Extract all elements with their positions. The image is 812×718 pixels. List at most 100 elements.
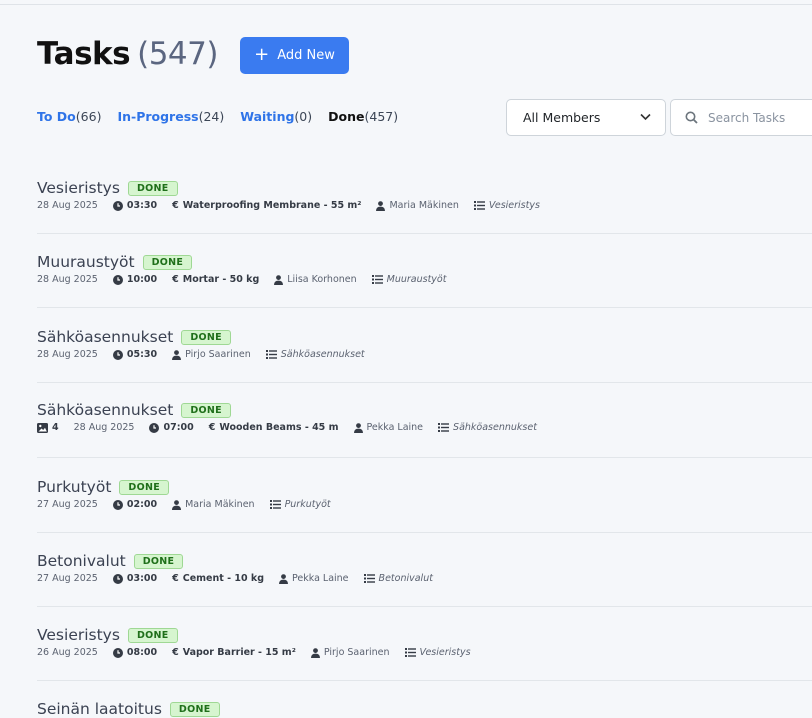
task-assignee-name: Pirjo Saarinen xyxy=(185,349,251,360)
euro-icon: € xyxy=(172,200,179,211)
page-title: Tasks (547) xyxy=(37,36,218,72)
task-item[interactable]: Vesieristys DONE 26 Aug 2025 08:00 € Vapo… xyxy=(37,626,812,658)
task-assignee[interactable]: Pekka Laine xyxy=(279,573,349,584)
task-category[interactable]: Sähköasennukset xyxy=(438,422,537,433)
divider xyxy=(37,382,812,383)
task-item[interactable]: Seinän laatoitus DONE xyxy=(37,700,812,718)
filter-in-progress[interactable]: In-Progress(24) xyxy=(117,109,224,124)
task-images[interactable]: 4 xyxy=(37,422,59,433)
task-assignee[interactable]: Pekka Laine xyxy=(353,422,424,433)
user-icon xyxy=(279,573,288,584)
task-item[interactable]: Sähköasennukset DONE 28 Aug 2025 05:30 P… xyxy=(37,328,812,360)
task-assignee[interactable]: Maria Mäkinen xyxy=(172,499,255,510)
task-material-value: Mortar - 50 kg xyxy=(182,274,260,285)
task-time-value: 08:00 xyxy=(126,647,158,658)
filter-label: To Do xyxy=(37,109,76,124)
list-icon xyxy=(371,275,383,284)
task-title[interactable]: Sähköasennukset xyxy=(37,328,173,346)
euro-icon: € xyxy=(208,422,216,433)
divider xyxy=(37,233,812,234)
task-title[interactable]: Muuraustyöt xyxy=(37,253,135,271)
task-date: 28 Aug 2025 xyxy=(73,422,135,433)
task-time: 07:00 xyxy=(149,422,194,433)
members-select-value: All Members xyxy=(523,110,601,125)
task-material-value: Waterproofing Membrane - 55 m² xyxy=(182,200,362,211)
image-icon xyxy=(37,422,48,433)
euro-icon: € xyxy=(172,274,179,285)
task-title[interactable]: Vesieristys xyxy=(37,179,120,197)
task-item[interactable]: Betonivalut DONE 27 Aug 2025 03:00 € Ceme… xyxy=(37,552,812,584)
plus-icon: + xyxy=(254,43,270,65)
task-title[interactable]: Purkutyöt xyxy=(37,478,111,496)
task-category-name: Vesieristys xyxy=(419,647,471,658)
user-icon xyxy=(172,349,182,360)
task-item[interactable]: Sähköasennukset DONE 4 28 Aug 2025 07:00… xyxy=(37,401,812,433)
search-input[interactable] xyxy=(708,110,812,125)
task-category[interactable]: Sähköasennukset xyxy=(265,349,365,360)
filter-count: (66) xyxy=(75,109,102,124)
filter-done[interactable]: Done(457) xyxy=(328,109,398,124)
task-meta: 27 Aug 2025 02:00 Maria Mäkinen Purkutyö… xyxy=(37,499,812,510)
task-category[interactable]: Muuraustyöt xyxy=(371,274,447,285)
status-badge: DONE xyxy=(133,553,184,569)
task-category[interactable]: Betonivalut xyxy=(363,573,433,584)
members-select[interactable]: All Members xyxy=(506,99,666,136)
task-material-value: Vapor Barrier - 15 m² xyxy=(182,647,296,658)
task-meta: 27 Aug 2025 03:00 € Cement - 10 kg Pekka … xyxy=(37,573,812,584)
user-icon xyxy=(353,422,363,433)
clock-icon xyxy=(112,200,123,211)
clock-icon xyxy=(112,647,123,658)
user-icon xyxy=(172,499,182,510)
task-assignee[interactable]: Liisa Korhonen xyxy=(274,274,357,285)
task-material: € Mortar - 50 kg xyxy=(172,274,259,285)
task-time-value: 03:30 xyxy=(126,200,158,211)
list-icon xyxy=(363,574,375,583)
task-assignee-name: Maria Mäkinen xyxy=(389,200,459,211)
page-title-text: Tasks xyxy=(37,36,131,72)
task-meta: 4 28 Aug 2025 07:00 € Wooden Beams - 45 m… xyxy=(37,422,812,433)
task-date: 28 Aug 2025 xyxy=(37,349,98,360)
list-icon xyxy=(265,350,277,359)
status-badge: DONE xyxy=(181,329,231,345)
task-material: € Wooden Beams - 45 m xyxy=(209,422,339,433)
clock-icon xyxy=(112,499,123,510)
search-icon xyxy=(685,111,698,124)
task-item[interactable]: Purkutyöt DONE 27 Aug 2025 02:00 Maria M… xyxy=(37,478,812,510)
task-time: 08:00 xyxy=(112,647,158,658)
task-time: 02:00 xyxy=(112,499,157,510)
task-category[interactable]: Purkutyöt xyxy=(269,499,331,510)
task-date: 28 Aug 2025 xyxy=(37,200,98,211)
status-badge: DONE xyxy=(142,254,193,270)
task-category-name: Muuraustyöt xyxy=(386,274,447,285)
task-item[interactable]: Vesieristys DONE 28 Aug 2025 03:30 € Wate… xyxy=(37,179,812,211)
task-category[interactable]: Vesieristys xyxy=(473,200,540,211)
task-assignee[interactable]: Pirjo Saarinen xyxy=(172,349,251,360)
filter-waiting[interactable]: Waiting(0) xyxy=(240,109,312,124)
task-assignee[interactable]: Pirjo Saarinen xyxy=(310,647,390,658)
task-title[interactable]: Sähköasennukset xyxy=(37,401,173,419)
list-icon xyxy=(438,423,450,432)
task-time-value: 03:00 xyxy=(126,573,158,584)
filter-todo[interactable]: To Do(66) xyxy=(37,109,101,124)
task-assignee[interactable]: Maria Mäkinen xyxy=(376,200,459,211)
task-item[interactable]: Muuraustyöt DONE 28 Aug 2025 10:00 € Mort… xyxy=(37,253,812,285)
task-title[interactable]: Betonivalut xyxy=(37,552,126,570)
task-category[interactable]: Vesieristys xyxy=(404,647,471,658)
task-time: 03:30 xyxy=(112,200,158,211)
list-icon xyxy=(404,648,416,657)
list-icon xyxy=(269,500,281,509)
task-assignee-name: Liisa Korhonen xyxy=(287,274,357,285)
add-new-button[interactable]: + Add New xyxy=(240,37,349,74)
task-title[interactable]: Seinän laatoitus xyxy=(37,700,162,718)
divider xyxy=(37,457,812,458)
task-assignee-name: Pekka Laine xyxy=(292,573,349,584)
filter-label: Done xyxy=(328,109,365,124)
task-material-value: Wooden Beams - 45 m xyxy=(219,422,339,433)
task-image-count: 4 xyxy=(52,422,59,433)
task-title[interactable]: Vesieristys xyxy=(37,626,120,644)
task-assignee-name: Pekka Laine xyxy=(366,422,424,433)
task-time-value: 05:30 xyxy=(126,349,158,360)
task-category-name: Sähköasennukset xyxy=(280,349,365,360)
clock-icon xyxy=(112,274,123,285)
euro-icon: € xyxy=(172,647,179,658)
